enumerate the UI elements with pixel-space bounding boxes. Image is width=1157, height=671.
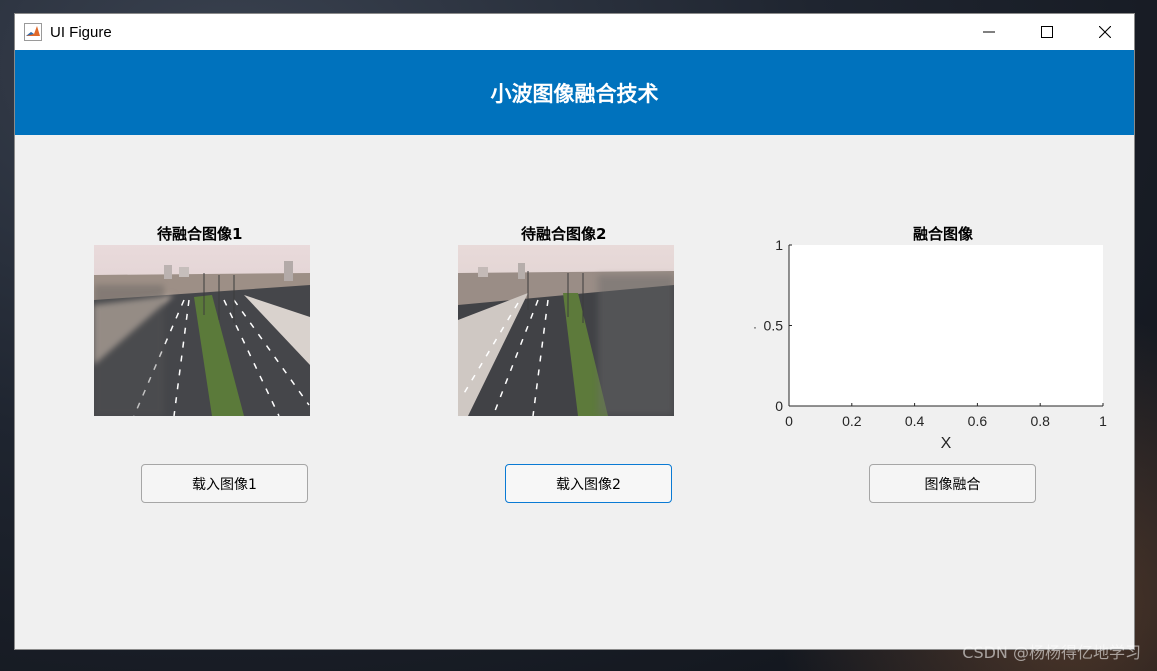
axes-plot-area xyxy=(789,245,1103,406)
panel1-title: 待融合图像1 xyxy=(157,225,243,243)
fused-image-axes[interactable]: 0 0.2 0.4 0.6 0.8 1 0 0.5 1 X · xyxy=(750,239,1120,454)
title-bar[interactable]: UI Figure xyxy=(15,14,1134,50)
app-header: 小波图像融合技术 xyxy=(15,50,1134,135)
x-axis-label: X xyxy=(941,435,952,452)
image2-view xyxy=(458,245,674,416)
x-tick-label: 0.4 xyxy=(905,413,925,429)
y-tick-label: 0.5 xyxy=(764,318,784,334)
app-title: 小波图像融合技术 xyxy=(490,81,659,106)
close-icon xyxy=(1099,26,1111,38)
x-tick-label: 0.6 xyxy=(968,413,988,429)
image1-view xyxy=(94,245,310,416)
highway-image-1 xyxy=(94,245,310,416)
highway-image-2 xyxy=(458,245,674,416)
panel2-title: 待融合图像2 xyxy=(521,225,607,243)
y-axis-label: · xyxy=(753,320,757,334)
maximize-button[interactable] xyxy=(1018,14,1076,50)
watermark-text: CSDN @杨杨得亿地学习 xyxy=(962,643,1141,662)
window-title: UI Figure xyxy=(50,23,112,41)
close-button[interactable] xyxy=(1076,14,1134,50)
maximize-icon xyxy=(1041,26,1053,38)
y-tick-label: 1 xyxy=(775,239,783,253)
matlab-logo-icon xyxy=(24,23,42,41)
app-window: UI Figure 小波图像融合技术 待融合图像1 载入图像1 待融合图像2 载… xyxy=(14,13,1135,650)
x-tick-label: 0.2 xyxy=(842,413,862,429)
x-tick-label: 1 xyxy=(1099,413,1107,429)
minimize-button[interactable] xyxy=(960,14,1018,50)
x-tick-label: 0 xyxy=(785,413,793,429)
load-image2-button[interactable]: 载入图像2 xyxy=(505,464,672,503)
load-image1-button[interactable]: 载入图像1 xyxy=(141,464,308,503)
x-tick-label: 0.8 xyxy=(1030,413,1050,429)
fuse-images-button[interactable]: 图像融合 xyxy=(869,464,1036,503)
minimize-icon xyxy=(983,31,995,33)
window-controls xyxy=(960,14,1134,50)
y-tick-label: 0 xyxy=(775,398,783,414)
